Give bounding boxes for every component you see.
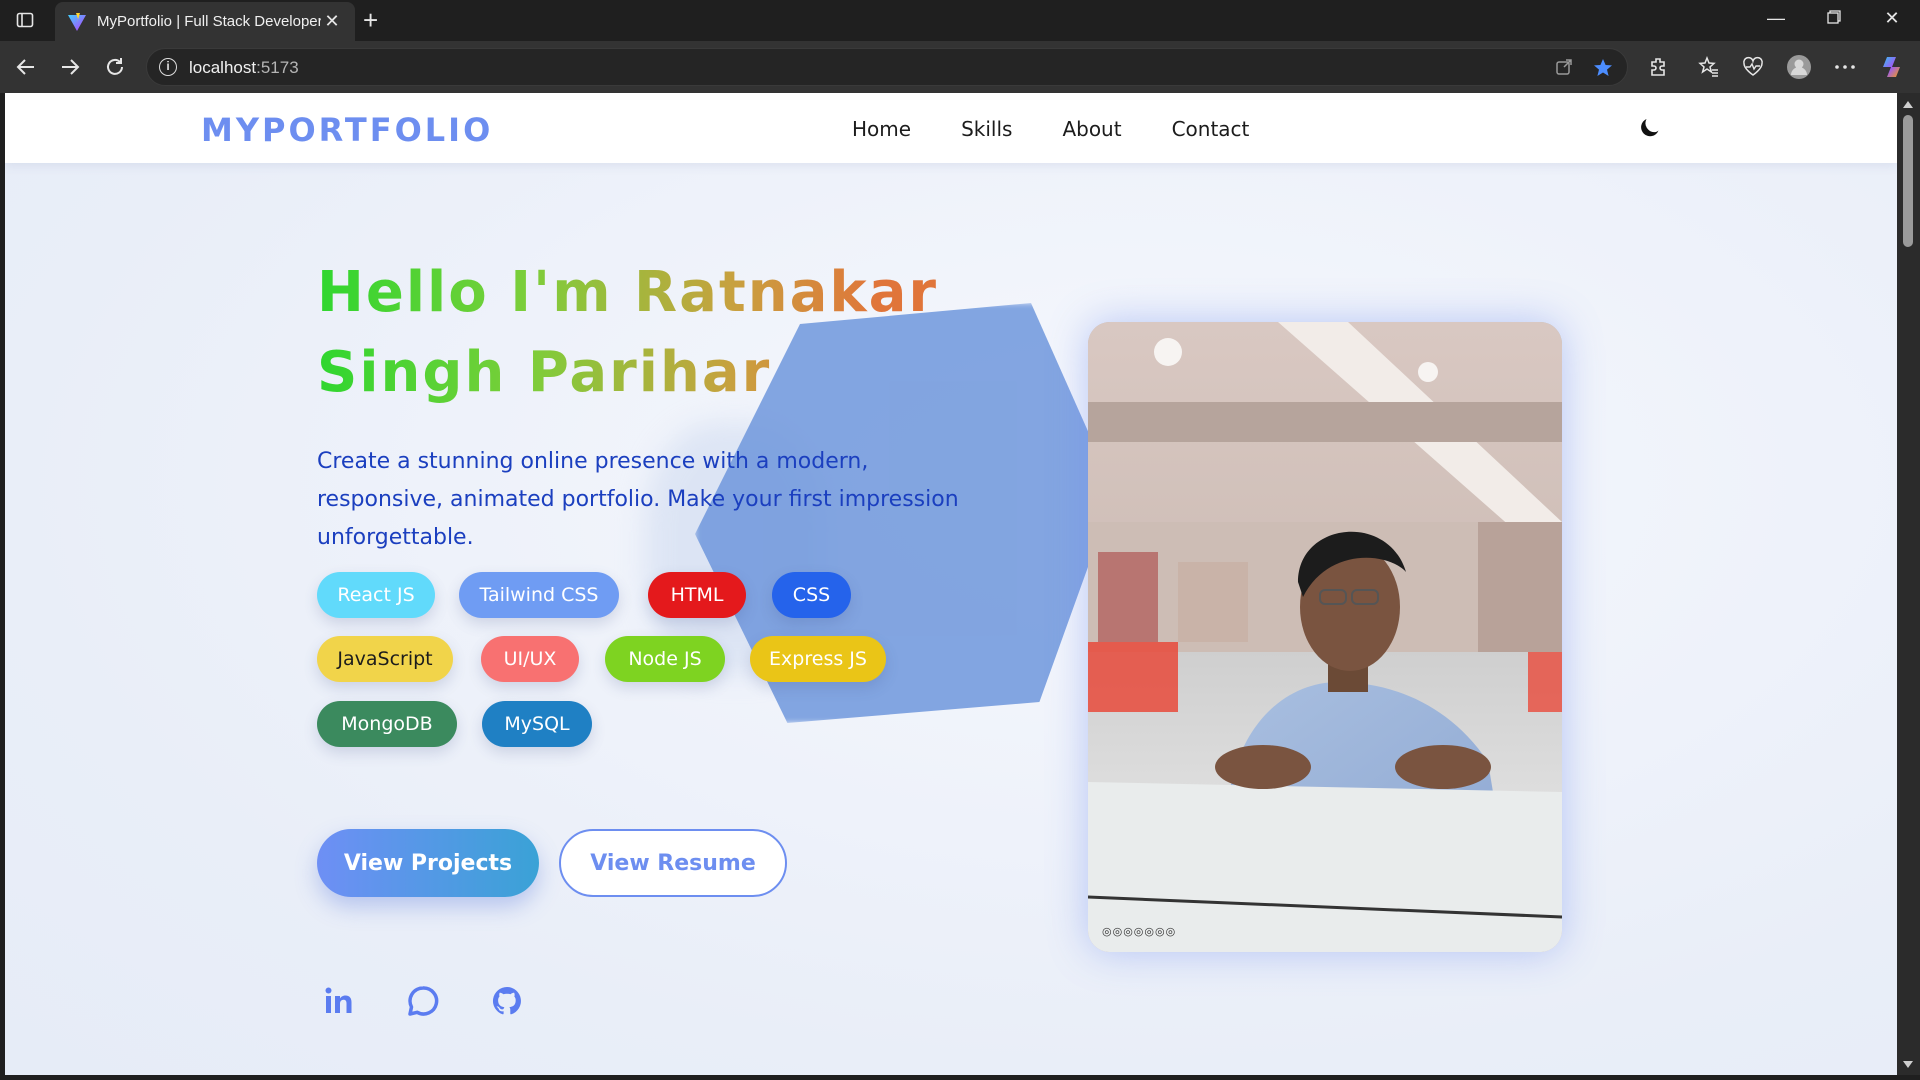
nav-link-about[interactable]: About — [1062, 117, 1121, 141]
page-viewport: MYPORTFOLIO Home Skills About Contact He… — [5, 93, 1897, 1075]
vite-favicon-icon — [68, 12, 86, 31]
skill-tag-css[interactable]: CSS — [772, 572, 851, 618]
skill-tag-mongodb[interactable]: MongoDB — [317, 701, 457, 747]
nav-links: Home Skills About Contact — [852, 117, 1249, 141]
scroll-up-icon[interactable] — [1903, 101, 1913, 108]
profile-avatar-icon[interactable] — [1786, 54, 1812, 80]
linkedin-icon[interactable] — [321, 983, 357, 1019]
skill-tag-expressjs[interactable]: Express JS — [750, 636, 886, 682]
copilot-icon[interactable] — [1880, 54, 1906, 80]
skill-tag-html[interactable]: HTML — [648, 572, 746, 618]
skill-tag-tailwind[interactable]: Tailwind CSS — [459, 572, 619, 618]
restore-icon[interactable] — [1814, 8, 1854, 29]
browser-tabbar: MyPortfolio | Full Stack Developer ✕ + —… — [0, 0, 1920, 41]
skill-tag-uiux[interactable]: UI/UX — [481, 636, 579, 682]
site-logo[interactable]: MYPORTFOLIO — [201, 111, 493, 149]
moon-icon[interactable] — [1637, 115, 1663, 141]
social-links — [321, 983, 525, 1019]
github-icon[interactable] — [489, 983, 525, 1019]
tab-close-icon[interactable]: ✕ — [321, 11, 343, 32]
extensions-icon[interactable] — [1646, 54, 1672, 80]
hero-title-line2: Singh Parihar — [317, 340, 772, 405]
minimize-icon[interactable]: — — [1756, 8, 1796, 29]
scroll-thumb[interactable] — [1903, 115, 1913, 247]
forward-icon[interactable] — [56, 53, 84, 81]
back-icon[interactable] — [12, 53, 40, 81]
nav-link-home[interactable]: Home — [852, 117, 911, 141]
skill-tag-nodejs[interactable]: Node JS — [605, 636, 725, 682]
more-menu-icon[interactable] — [1832, 54, 1858, 80]
reload-icon[interactable] — [101, 53, 129, 81]
favorites-icon[interactable] — [1696, 54, 1722, 80]
url-text: localhost:5173 — [189, 58, 299, 77]
view-resume-button[interactable]: View Resume — [559, 829, 787, 897]
skill-tag-react[interactable]: React JS — [317, 572, 435, 618]
new-tab-icon[interactable]: + — [363, 6, 378, 34]
page-scrollbar[interactable] — [1897, 93, 1920, 1075]
photo-caption: ◎◎◎◎◎◎◎ — [1102, 926, 1177, 938]
favorite-star-icon[interactable] — [1593, 58, 1613, 83]
browser-tab-active[interactable]: MyPortfolio | Full Stack Developer ✕ — [55, 2, 355, 41]
browser-toolbar: i localhost:5173 — [0, 41, 1920, 93]
view-projects-button[interactable]: View Projects — [317, 829, 539, 897]
window-close-icon[interactable]: ✕ — [1872, 8, 1912, 29]
scroll-down-icon[interactable] — [1903, 1061, 1913, 1068]
tab-actions-icon[interactable] — [10, 8, 40, 32]
address-bar[interactable]: i localhost:5173 — [146, 48, 1628, 86]
nav-link-skills[interactable]: Skills — [961, 117, 1012, 141]
browser-essentials-icon[interactable] — [1740, 54, 1766, 80]
hero-title-line1: Hello I'm Ratnakar — [317, 260, 939, 325]
tab-title: MyPortfolio | Full Stack Developer — [97, 13, 321, 30]
message-icon[interactable] — [405, 983, 441, 1019]
profile-photo-illustration — [1088, 322, 1562, 952]
profile-photo: ◎◎◎◎◎◎◎ — [1088, 322, 1562, 952]
site-navbar: MYPORTFOLIO Home Skills About Contact — [5, 93, 1897, 163]
skill-tag-javascript[interactable]: JavaScript — [317, 636, 453, 682]
hero-title: Hello I'm Ratnakar Singh Parihar — [317, 253, 1017, 413]
hero-description: Create a stunning online presence with a… — [317, 449, 959, 550]
open-in-app-icon[interactable] — [1555, 58, 1573, 81]
skill-tag-mysql[interactable]: MySQL — [482, 701, 592, 747]
site-info-icon[interactable]: i — [159, 58, 177, 76]
nav-link-contact[interactable]: Contact — [1172, 117, 1250, 141]
